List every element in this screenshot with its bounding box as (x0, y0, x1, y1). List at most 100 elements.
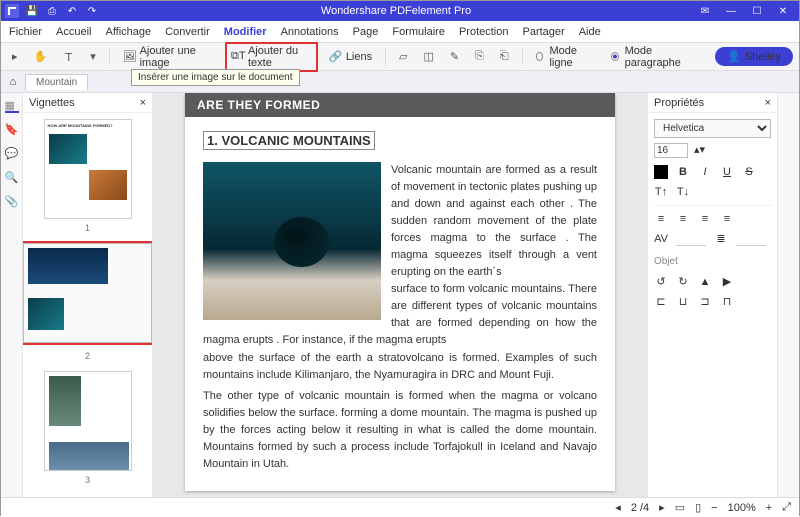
mail-icon[interactable]: ✉ (693, 2, 717, 20)
line-spacing-icon[interactable]: ≣ (714, 232, 728, 246)
thumbnail-page-1[interactable]: HOW ARE MOUNTAINS FORMED? (44, 119, 132, 219)
align-row: ≡ ≡ ≡ ≡ (654, 212, 771, 226)
thumbnail-page-2[interactable] (23, 243, 152, 343)
tooltip: Insérer une image sur le document (131, 69, 300, 86)
char-spacing-icon[interactable]: AV (654, 232, 668, 246)
properties-header: Propriétés × (648, 93, 777, 113)
rotate-left-icon[interactable]: ↺ (654, 276, 668, 290)
object-row-2: ⊏ ⊔ ⊐ ⊓ (654, 296, 771, 310)
print-icon[interactable]: ⎙ (45, 4, 59, 18)
menu-accueil[interactable]: Accueil (56, 26, 91, 38)
text-select-icon[interactable]: Ｔ (58, 47, 79, 67)
properties-title: Propriétés (654, 97, 704, 109)
italic-icon[interactable]: I (698, 165, 712, 179)
strikethrough-icon[interactable]: S (742, 165, 756, 179)
zoom-in-icon[interactable]: + (766, 502, 772, 514)
home-tab-icon[interactable]: ⌂ (5, 76, 21, 88)
close-icon[interactable]: ✕ (771, 2, 795, 20)
watermark-icon[interactable]: ◫ (418, 48, 438, 65)
object-row-1: ↺ ↻ ▲ ▶ (654, 276, 771, 290)
menu-formulaire[interactable]: Formulaire (392, 26, 445, 38)
menu-affichage[interactable]: Affichage (105, 26, 151, 38)
align-right-icon[interactable]: ≡ (698, 212, 712, 226)
menu-modifier[interactable]: Modifier (224, 26, 267, 38)
main-area: ▦ 🔖 💬 🔍 📎 Vignettes × HOW ARE MOUNTAINS … (1, 93, 799, 497)
align-justify-icon[interactable]: ≡ (720, 212, 734, 226)
font-color-swatch[interactable] (654, 165, 668, 179)
undo-icon[interactable]: ↶ (65, 4, 79, 18)
bold-icon[interactable]: B (676, 165, 690, 179)
document-tab[interactable]: Mountain (25, 74, 88, 90)
align-obj-right-icon[interactable]: ⊐ (698, 296, 712, 310)
menu-protection[interactable]: Protection (459, 26, 509, 38)
redo-icon[interactable]: ↷ (85, 4, 99, 18)
text-style-row: B I U S (654, 165, 771, 179)
menu-partager[interactable]: Partager (522, 26, 564, 38)
dropdown-icon[interactable]: ▾ (85, 48, 101, 65)
user-icon: 👤 (727, 50, 741, 63)
crop-icon[interactable]: ▱ (394, 48, 412, 65)
prev-page-icon[interactable]: ◂ (615, 501, 621, 514)
background-icon[interactable]: ✎ (445, 48, 464, 65)
view-single-icon[interactable]: ▭ (675, 501, 685, 514)
align-center-icon[interactable]: ≡ (676, 212, 690, 226)
bookmarks-icon[interactable]: 🔖 (5, 123, 19, 137)
font-size-input[interactable] (654, 143, 688, 158)
zoom-out-icon[interactable]: − (711, 502, 717, 514)
font-family-select[interactable]: Helvetica (654, 119, 771, 138)
links-button[interactable]: 🔗Liens (324, 48, 377, 66)
close-panel-icon[interactable]: × (140, 97, 146, 109)
thumbnail-page-3[interactable] (44, 371, 132, 471)
subscript-icon[interactable]: T↓ (676, 185, 690, 199)
thumbnails-icon[interactable]: ▦ (5, 99, 19, 113)
title-bar: 💾 ⎙ ↶ ↷ Wondershare PDFelement Pro ✉ ― ☐… (1, 1, 799, 21)
menu-aide[interactable]: Aide (579, 26, 601, 38)
flip-v-icon[interactable]: ▲ (698, 276, 712, 290)
distribute-icon[interactable]: ⊓ (720, 296, 734, 310)
view-continuous-icon[interactable]: ▯ (695, 501, 701, 514)
footer-icon[interactable]: ⎗ (495, 48, 514, 65)
menu-annotations[interactable]: Annotations (281, 26, 339, 38)
page-indicator[interactable]: 2 /4 (631, 502, 649, 514)
close-panel-icon[interactable]: × (765, 97, 771, 109)
comments-icon[interactable]: 💬 (5, 147, 19, 161)
select-tool-icon[interactable]: ▸ (7, 48, 23, 65)
heading-1[interactable]: 1. VOLCANIC MOUNTAINS (203, 131, 375, 150)
attachments-icon[interactable]: 📎 (5, 195, 19, 209)
user-button[interactable]: 👤Shelley (715, 47, 793, 66)
menu-convertir[interactable]: Convertir (165, 26, 210, 38)
zoom-level[interactable]: 100% (728, 502, 756, 514)
align-left-icon[interactable]: ≡ (654, 212, 668, 226)
align-obj-left-icon[interactable]: ⊏ (654, 296, 668, 310)
add-text-button[interactable]: ⧉TAjouter du texte (225, 42, 318, 72)
menu-fichier[interactable]: Fichier (9, 26, 42, 38)
mode-paragraph-radio[interactable]: Mode paragraphe (606, 43, 704, 71)
save-icon[interactable]: 💾 (25, 4, 39, 18)
add-text-label: Ajouter du texte (248, 45, 312, 69)
font-size-stepper-icon[interactable]: ▴▾ (694, 142, 705, 159)
menu-page[interactable]: Page (353, 26, 379, 38)
links-label: Liens (346, 51, 372, 63)
mode-line-radio[interactable]: Mode ligne (531, 43, 600, 71)
minimize-icon[interactable]: ― (719, 2, 743, 20)
thumbnails-list[interactable]: HOW ARE MOUNTAINS FORMED? 1 2 3 (23, 113, 152, 497)
thumbnails-header: Vignettes × (23, 93, 152, 113)
rotate-right-icon[interactable]: ↻ (676, 276, 690, 290)
body-text[interactable]: Volcanic mountain are formed as a result… (203, 162, 597, 473)
content-image[interactable] (203, 162, 381, 320)
hand-tool-icon[interactable]: ✋ (29, 48, 53, 65)
align-obj-center-icon[interactable]: ⊔ (676, 296, 690, 310)
next-page-icon[interactable]: ▸ (659, 501, 665, 514)
maximize-icon[interactable]: ☐ (745, 2, 769, 20)
document-viewport[interactable]: ARE THEY FORMED 1. VOLCANIC MOUNTAINS Vo… (153, 93, 647, 497)
search-icon[interactable]: 🔍 (5, 171, 19, 185)
flip-h-icon[interactable]: ▶ (720, 276, 734, 290)
thumbnails-panel: Vignettes × HOW ARE MOUNTAINS FORMED? 1 … (23, 93, 153, 497)
window-title: Wondershare PDFelement Pro (99, 5, 693, 17)
header-icon[interactable]: ⎘ (470, 48, 489, 65)
fullscreen-icon[interactable]: ⤢ (782, 501, 791, 514)
spacing-row: AV ≣ (654, 232, 771, 246)
underline-icon[interactable]: U (720, 165, 734, 179)
add-image-button[interactable]: 🖼Ajouter une image (118, 43, 219, 71)
superscript-icon[interactable]: T↑ (654, 185, 668, 199)
